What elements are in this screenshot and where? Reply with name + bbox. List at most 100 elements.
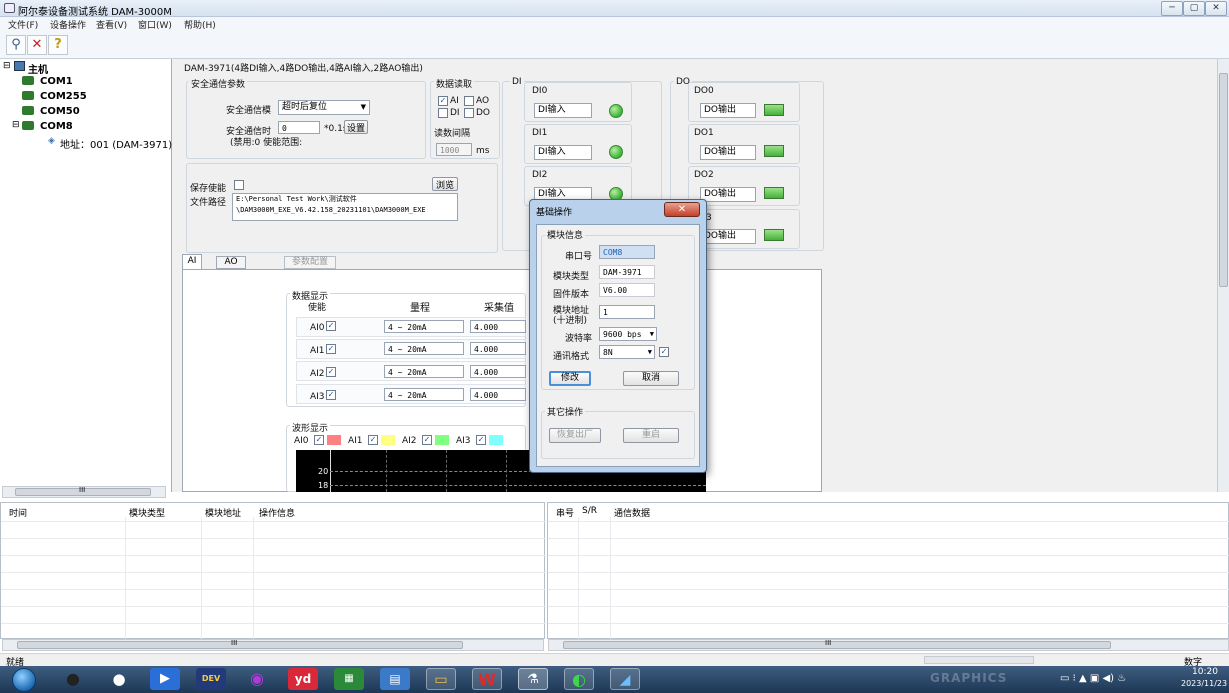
read-ao-checkbox[interactable] [464, 96, 474, 106]
editor-icon[interactable]: ◢ [610, 668, 640, 690]
wave-ai2-checkbox[interactable]: ✓ [422, 435, 432, 445]
device-icon: ◈ [48, 136, 55, 146]
do0-toggle[interactable] [764, 104, 784, 116]
start-button[interactable] [12, 668, 36, 692]
ai3-enable-checkbox[interactable]: ✓ [326, 390, 336, 400]
wave-ai1-swatch [381, 435, 395, 445]
read-ai-checkbox[interactable]: ✓ [438, 96, 448, 106]
tree-port-com1[interactable]: COM1 [40, 76, 73, 87]
read-do-checkbox[interactable] [464, 108, 474, 118]
log-left-hscrollbar[interactable]: III [2, 639, 544, 651]
taskbar: ● ● ▶ DEV ◉ yd ▦ ▤ ▭ W ⚗ ◐ ◢ GRAPHICS ▭ … [0, 666, 1229, 693]
ai1-enable-checkbox[interactable]: ✓ [326, 344, 336, 354]
qq-icon[interactable]: ● [58, 668, 88, 690]
baud-select[interactable]: 9600 bps ▼ [599, 327, 657, 341]
safety-mode-select[interactable]: 超时后复位 ▼ [278, 100, 370, 115]
do3-toggle[interactable] [764, 229, 784, 241]
dialog-close-button[interactable]: ✕ [664, 202, 700, 217]
ai3-range[interactable]: 4 ~ 20mA [384, 388, 464, 401]
y-tick-label: 18 [318, 481, 329, 490]
tab-ai[interactable]: AI [182, 254, 202, 269]
maximize-button[interactable]: ▢ [1183, 1, 1205, 16]
do1-value: DO输出 [700, 145, 756, 160]
media-icon[interactable]: ◉ [242, 668, 272, 690]
clock-date[interactable]: 2023/11/23 [1181, 679, 1227, 688]
tree-port-com50[interactable]: COM50 [40, 106, 80, 117]
safety-hint: (禁用:0 使能范围: [230, 138, 303, 148]
restart-button[interactable]: 重启 [623, 428, 679, 443]
ai2-enable-checkbox[interactable]: ✓ [326, 367, 336, 377]
log-right-hscrollbar[interactable]: III [548, 639, 1229, 651]
dam3000-icon[interactable]: ⚗ [518, 668, 548, 690]
di0-led-icon [609, 104, 623, 118]
feishu-icon[interactable]: ▶ [150, 668, 180, 690]
path-field[interactable]: E:\Personal Test Work\测试软件 \DAM3000M_EXE… [232, 193, 458, 221]
browse-button[interactable]: 浏览 [432, 177, 458, 191]
wave-ai0-checkbox[interactable]: ✓ [314, 435, 324, 445]
ai1-range[interactable]: 4 ~ 20mA [384, 342, 464, 355]
ai0-enable-checkbox[interactable]: ✓ [326, 321, 336, 331]
close-window-button[interactable]: ✕ [1205, 1, 1227, 16]
tree-hscrollbar[interactable]: III [2, 486, 166, 498]
menu-help[interactable]: 帮助(H) [184, 18, 216, 31]
modify-button[interactable]: 修改 [549, 371, 591, 386]
menu-window[interactable]: 窗口(W) [138, 18, 172, 31]
tree-collapse-icon[interactable]: ⊟ [12, 120, 20, 130]
close-icon[interactable]: ✕ [27, 35, 47, 55]
tree-collapse-icon[interactable]: ⊟ [3, 61, 11, 71]
safety-time-input[interactable]: 0 [278, 121, 320, 134]
safety-group-title: 安全通信参数 [189, 77, 248, 90]
calculator-icon[interactable]: ▦ [334, 668, 364, 690]
do2-title: DO2 [694, 170, 714, 180]
main-vscrollbar[interactable] [1217, 59, 1229, 492]
safety-set-button[interactable]: 设置 [344, 120, 368, 134]
tree-port-com255[interactable]: COM255 [40, 91, 87, 102]
save-enable-checkbox[interactable] [234, 180, 244, 190]
devcpp-icon[interactable]: DEV [196, 668, 226, 690]
basic-ops-dialog: 基础操作 ✕ 模块信息 串口号 COM8 模块类型 DAM-3971 固件版本 … [529, 199, 707, 473]
ai0-range[interactable]: 4 ~ 20mA [384, 320, 464, 333]
address-input[interactable]: 1 [599, 305, 655, 319]
tab-config[interactable]: 参数配置 [284, 256, 336, 269]
tree-root[interactable]: 主机 [28, 61, 48, 76]
ai1-value: 4.000 [470, 342, 526, 355]
youdao-icon[interactable]: yd [288, 668, 318, 690]
ai2-range[interactable]: 4 ~ 20mA [384, 365, 464, 378]
app-icon [4, 3, 15, 13]
clock-time[interactable]: 10:20 [1183, 667, 1227, 677]
ai0-name: AI0 [310, 323, 325, 333]
interval-input[interactable]: 1000 [436, 143, 472, 156]
minimize-button[interactable]: ─ [1161, 1, 1183, 16]
wave-ai1-checkbox[interactable]: ✓ [368, 435, 378, 445]
notepad-icon[interactable]: ▤ [380, 668, 410, 690]
chevron-down-icon: ▼ [360, 103, 366, 111]
wps-icon[interactable]: W [472, 668, 502, 690]
menu-device[interactable]: 设备操作 [50, 18, 86, 31]
di-group-title: DI [510, 77, 524, 87]
wechat-icon[interactable]: ● [104, 668, 134, 690]
cancel-button[interactable]: 取消 [623, 371, 679, 386]
tray-icons[interactable]: ▭ ⁝ ▲ ▣ ◀) ♨ [1060, 673, 1126, 684]
port-field[interactable]: COM8 [599, 245, 655, 259]
browser-icon[interactable]: ◐ [564, 668, 594, 690]
wave-ai3-checkbox[interactable]: ✓ [476, 435, 486, 445]
explorer-icon[interactable]: ▭ [426, 668, 456, 690]
factory-reset-button[interactable]: 恢复出厂 [549, 428, 601, 443]
menu-view[interactable]: 查看(V) [96, 18, 127, 31]
do2-toggle[interactable] [764, 187, 784, 199]
tree-port-com8[interactable]: COM8 [40, 121, 73, 132]
do1-toggle[interactable] [764, 145, 784, 157]
format-select[interactable]: 8N ▼ [599, 345, 655, 359]
menu-file[interactable]: 文件(F) [8, 18, 38, 31]
search-icon[interactable]: ⚲ [6, 35, 26, 55]
port-icon [22, 121, 34, 130]
wave-ai3-swatch [489, 435, 503, 445]
tab-ao[interactable]: AO [216, 256, 246, 269]
read-di-checkbox[interactable] [438, 108, 448, 118]
tree-device[interactable]: 地址：001 (DAM-3971) [60, 136, 172, 151]
di0-title: DI0 [532, 86, 548, 96]
ai2-value: 4.000 [470, 365, 526, 378]
format-checkbox[interactable]: ✓ [659, 347, 669, 357]
help-icon[interactable]: ? [48, 35, 68, 55]
do1-title: DO1 [694, 128, 714, 138]
